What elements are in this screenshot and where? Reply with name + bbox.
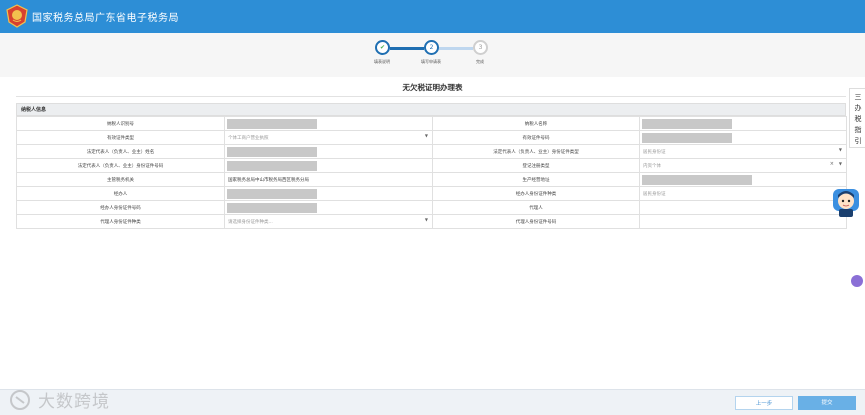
label-taxpayer-id: 纳税人识别号 [16, 116, 225, 131]
label-agent-id-type: 经办人身份证件种类 [432, 186, 640, 201]
label-proxy: 代理人 [432, 200, 640, 215]
step-1-circle: ✔ [375, 40, 390, 55]
label-registration-type: 登记注册类型 [432, 158, 640, 173]
table-row: 代理人身份证件种类 请选择身份证件种类... ▼ 代理人身份证件号码 [16, 214, 847, 229]
masked-value [227, 189, 317, 199]
masked-value [227, 119, 317, 129]
registration-type-select[interactable]: 内资个体 × ▼ [639, 158, 847, 173]
dropdown-arrow-icon: ▼ [424, 133, 428, 138]
step-progress: ✔ 填表说明 2 填写申请表 3 完成 [0, 33, 865, 77]
masked-value [642, 133, 732, 143]
step-3-circle: 3 [473, 40, 488, 55]
label-taxpayer-name: 纳税人名称 [432, 116, 640, 131]
table-row: 经办人身份证件号码 代理人 [16, 200, 847, 215]
step-connector [439, 47, 473, 50]
taxpayer-info-table: 纳税人识别号 纳税人名称 有效证件类型 个体工商户营业执照 ▼ 有效证件号码 法定… [16, 116, 847, 229]
legal-rep-id-type-select[interactable]: 居民身份证 ▼ [639, 144, 847, 159]
agent-id-type-value: 居民身份证 [639, 186, 847, 201]
legal-rep-name-field[interactable] [224, 144, 433, 159]
label-legal-rep-name: 法定代表人（负责人、业主）姓名 [16, 144, 225, 159]
label-id-type: 有效证件类型 [16, 130, 225, 145]
step-3-label: 完成 [476, 59, 484, 64]
label-tax-authority: 主管税务机关 [16, 172, 225, 187]
business-address-field[interactable] [639, 172, 847, 187]
previous-step-button[interactable]: 上一步 [735, 396, 793, 410]
agent-id-number-field[interactable] [224, 200, 433, 215]
tax-authority-value: 国家税务总局中山市税务局西区税务分局 [224, 172, 433, 187]
step-1-label: 填表说明 [374, 59, 390, 64]
label-agent-id-number: 经办人身份证件号码 [16, 200, 225, 215]
proxy-id-number-field[interactable] [639, 214, 847, 229]
scrollbar[interactable] [859, 36, 865, 396]
table-row: 法定代表人（负责人、业主）姓名 法定代表人（负责人、业主）身份证件类型 居民身份… [16, 144, 847, 159]
proxy-id-type-select[interactable]: 请选择身份证件种类... ▼ [224, 214, 433, 229]
tax-emblem-icon [6, 4, 28, 28]
step-connector [390, 47, 424, 50]
submit-button[interactable]: 提交 [798, 396, 856, 410]
step-2-circle: 2 [424, 40, 439, 55]
taxpayer-id-field[interactable] [224, 116, 433, 131]
header-bar: 国家税务总局广东省电子税务局 [0, 0, 865, 33]
label-business-address: 生产经营地址 [432, 172, 640, 187]
label-legal-rep-id-number: 法定代表人（负责人、业主）身份证件号码 [16, 158, 225, 173]
form-title: 无欠税证明办理表 [402, 83, 463, 92]
table-row: 有效证件类型 个体工商户营业执照 ▼ 有效证件号码 [16, 130, 847, 145]
table-row: 经办人 经办人身份证件种类 居民身份证 [16, 186, 847, 201]
legal-rep-id-number-field[interactable] [224, 158, 433, 173]
table-row: 纳税人识别号 纳税人名称 [16, 116, 847, 131]
dropdown-arrow-icon: ▼ [424, 217, 428, 222]
masked-value [227, 161, 317, 171]
step-2-label: 填写申请表 [421, 59, 441, 64]
masked-value [642, 175, 752, 185]
watermark-text: 大数跨境 [38, 392, 110, 412]
table-row: 主管税务机关 国家税务总局中山市税务局西区税务分局 生产经营地址 [16, 172, 847, 187]
table-row: 法定代表人（负责人、业主）身份证件号码 登记注册类型 内资个体 × ▼ [16, 158, 847, 173]
agent-field[interactable] [224, 186, 433, 201]
dropdown-arrow-icon: ▼ [838, 161, 842, 166]
divider [16, 96, 846, 97]
label-agent: 经办人 [16, 186, 225, 201]
masked-value [642, 119, 732, 129]
label-proxy-id-type: 代理人身份证件种类 [16, 214, 225, 229]
label-proxy-id-number: 代理人身份证件号码 [432, 214, 640, 229]
check-icon: ✔ [379, 44, 386, 51]
section-header: 纳税人信息 [16, 103, 846, 116]
taxpayer-name-field[interactable] [639, 116, 847, 131]
assistant-avatar-icon[interactable] [832, 188, 860, 218]
masked-value [227, 203, 317, 213]
clear-icon[interactable]: × [830, 161, 834, 167]
masked-value [227, 147, 317, 157]
id-type-select[interactable]: 个体工商户营业执照 ▼ [224, 130, 433, 145]
proxy-field[interactable] [639, 200, 847, 215]
label-legal-rep-id-type: 法定代表人（负责人、业主）身份证件类型 [432, 144, 640, 159]
id-number-field[interactable] [639, 130, 847, 145]
app-title: 国家税务总局广东省电子税务局 [32, 13, 179, 24]
dropdown-arrow-icon: ▼ [838, 147, 842, 152]
label-id-number: 有效证件号码 [432, 130, 640, 145]
